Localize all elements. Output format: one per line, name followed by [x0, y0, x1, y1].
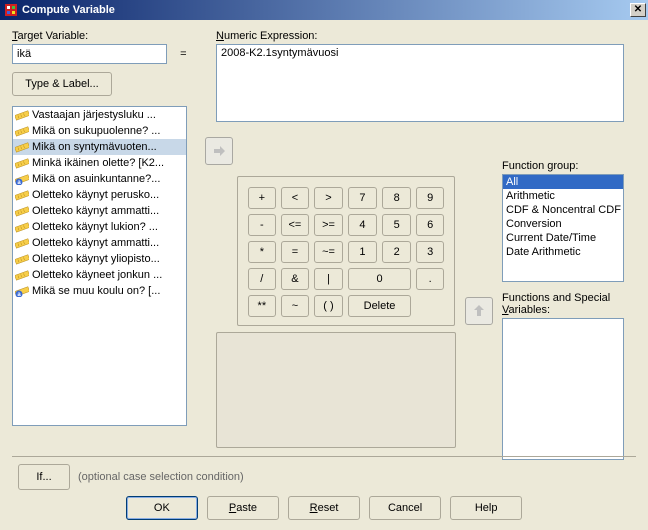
paste-button[interactable]: Paste: [207, 496, 279, 520]
target-variable-label: Target Variable:: [12, 30, 197, 42]
separator-line: [12, 456, 636, 457]
keypad-2-button[interactable]: 2: [382, 241, 411, 263]
function-group-list[interactable]: AllArithmeticCDF & Noncentral CDFConvers…: [502, 174, 624, 282]
variable-label: Mikä on sukupuolenne? ...: [32, 125, 160, 137]
numeric-expression-input[interactable]: [216, 44, 624, 122]
numeric-variable-icon: [15, 205, 29, 217]
type-and-label-button[interactable]: Type & Label...: [12, 72, 112, 96]
window-title: Compute Variable: [22, 4, 630, 16]
numeric-variable-icon: [15, 237, 29, 249]
variable-list-item[interactable]: Mikä on sukupuolenne? ...: [13, 123, 186, 139]
variable-label: Oletteko käynyt perusko...: [32, 189, 159, 201]
equals-sign: =: [180, 48, 186, 60]
move-function-up-button[interactable]: [465, 297, 493, 325]
arrow-up-icon: [473, 304, 485, 318]
variable-list-item[interactable]: Oletteko käynyt yliopisto...: [13, 251, 186, 267]
numeric-variable-icon: [15, 221, 29, 233]
keypad--button[interactable]: **: [248, 295, 276, 317]
keypad--button[interactable]: +: [248, 187, 276, 209]
variable-label: Oletteko käynyt lukion? ...: [32, 221, 158, 233]
keypad-9-button[interactable]: 9: [416, 187, 444, 209]
function-group-item[interactable]: Current Date/Time: [503, 231, 623, 245]
keypad--button[interactable]: <: [281, 187, 310, 209]
numeric-variable-icon: [15, 109, 29, 121]
numeric-variable-icon: [15, 141, 29, 153]
variable-label: Oletteko käynyt ammatti...: [32, 237, 159, 249]
variable-label: Vastaajan järjestysluku ...: [32, 109, 156, 121]
keypad-5-button[interactable]: 5: [382, 214, 411, 236]
numeric-variable-icon: [15, 269, 29, 281]
string-variable-icon: a: [15, 173, 29, 185]
function-group-item[interactable]: Conversion: [503, 217, 623, 231]
numeric-variable-icon: [15, 157, 29, 169]
variable-label: Oletteko käynyt yliopisto...: [32, 253, 160, 265]
keypad-8-button[interactable]: 8: [382, 187, 411, 209]
numeric-variable-icon: [15, 125, 29, 137]
if-condition-text: (optional case selection condition): [78, 471, 244, 483]
keypad--button[interactable]: ~: [281, 295, 310, 317]
keypad--button[interactable]: &: [281, 268, 310, 290]
variable-list-item[interactable]: Oletteko käynyt perusko...: [13, 187, 186, 203]
function-group-item[interactable]: Arithmetic: [503, 189, 623, 203]
app-icon: [4, 3, 18, 17]
variable-label: Mikä on syntymävuoten...: [32, 141, 157, 153]
variable-list-item[interactable]: aMikä se muu koulu on? [...: [13, 283, 186, 299]
function-group-item[interactable]: Date Arithmetic: [503, 245, 623, 259]
functions-special-label: Functions and Special Variables:: [502, 292, 624, 316]
move-to-expression-button[interactable]: [205, 137, 233, 165]
variable-list-item[interactable]: Minkä ikäinen olette? [K2...: [13, 155, 186, 171]
calculator-keypad: +<>789 -<=>=456 *=~=123 /&|0. **~( )Delete: [237, 176, 455, 326]
function-group-item[interactable]: All: [503, 175, 623, 189]
target-variable-input[interactable]: [12, 44, 167, 64]
functions-special-list[interactable]: [502, 318, 624, 460]
variable-list-item[interactable]: Oletteko käynyt lukion? ...: [13, 219, 186, 235]
numeric-variable-icon: [15, 253, 29, 265]
ok-button[interactable]: OK: [126, 496, 198, 520]
keypad-3-button[interactable]: 3: [416, 241, 444, 263]
keypad--button[interactable]: ~=: [314, 241, 343, 263]
reset-button[interactable]: Reset: [288, 496, 360, 520]
keypad--button[interactable]: *: [248, 241, 276, 263]
variable-label: Mikä se muu koulu on? [...: [32, 285, 160, 297]
function-group-item[interactable]: CDF & Noncentral CDF: [503, 203, 623, 217]
keypad--button[interactable]: >: [314, 187, 343, 209]
keypad-1-button[interactable]: 1: [348, 241, 377, 263]
string-variable-icon: a: [15, 285, 29, 297]
variable-label: Minkä ikäinen olette? [K2...: [32, 157, 164, 169]
variable-list-item[interactable]: aMikä on asuinkuntanne?...: [13, 171, 186, 187]
function-group-label: Function group:: [502, 160, 624, 172]
keypad--button[interactable]: -: [248, 214, 276, 236]
numeric-variable-icon: [15, 189, 29, 201]
variable-list-item[interactable]: Oletteko käynyt ammatti...: [13, 203, 186, 219]
keypad--button[interactable]: <=: [281, 214, 310, 236]
keypad--button[interactable]: >=: [314, 214, 343, 236]
variable-list-item[interactable]: Mikä on syntymävuoten...: [13, 139, 186, 155]
variable-label: Oletteko käynyt ammatti...: [32, 205, 159, 217]
close-button[interactable]: ✕: [630, 3, 646, 17]
keypad-6-button[interactable]: 6: [416, 214, 444, 236]
variable-list[interactable]: Vastaajan järjestysluku ... Mikä on sukup…: [12, 106, 187, 426]
numeric-expression-label: Numeric Expression:: [216, 30, 624, 42]
keypad--button[interactable]: ( ): [314, 295, 343, 317]
keypad-Delete-button[interactable]: Delete: [348, 295, 412, 317]
keypad-0-button[interactable]: 0: [348, 268, 412, 290]
description-box: [216, 332, 456, 448]
variable-label: Mikä on asuinkuntanne?...: [32, 173, 160, 185]
variable-list-item[interactable]: Oletteko käynyt ammatti...: [13, 235, 186, 251]
keypad--button[interactable]: =: [281, 241, 310, 263]
help-button[interactable]: Help: [450, 496, 522, 520]
keypad--button[interactable]: /: [248, 268, 276, 290]
keypad--button[interactable]: .: [416, 268, 444, 290]
keypad-7-button[interactable]: 7: [348, 187, 377, 209]
variable-label: Oletteko käyneet jonkun ...: [32, 269, 162, 281]
cancel-button[interactable]: Cancel: [369, 496, 441, 520]
variable-list-item[interactable]: Vastaajan järjestysluku ...: [13, 107, 186, 123]
keypad-4-button[interactable]: 4: [348, 214, 377, 236]
arrow-right-icon: [212, 145, 226, 157]
variable-list-item[interactable]: Oletteko käyneet jonkun ...: [13, 267, 186, 283]
keypad--button[interactable]: |: [314, 268, 343, 290]
if-button[interactable]: If...: [18, 464, 70, 490]
